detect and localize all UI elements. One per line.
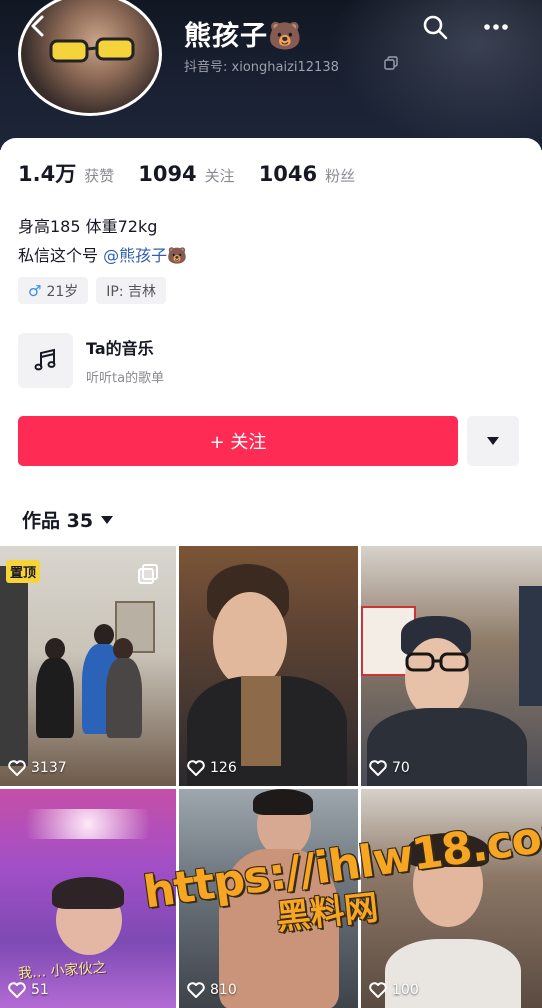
back-arrow-icon[interactable] bbox=[24, 12, 52, 40]
hair-graphic bbox=[52, 877, 124, 909]
heart-icon bbox=[369, 760, 387, 776]
bio-line-1: 身高185 体重72kg bbox=[18, 217, 158, 236]
stat-following-value: 1094 bbox=[138, 162, 197, 186]
tab-works[interactable]: 作品 35 bbox=[22, 506, 114, 533]
copy-icon[interactable] bbox=[384, 56, 398, 70]
music-note-icon bbox=[34, 348, 55, 371]
profile-bio: 身高185 体重72kg 私信这个号 @熊孩子🐻 bbox=[18, 212, 187, 270]
profile-stats: 1.4万 获赞 1094 关注 1046 粉丝 bbox=[18, 158, 379, 188]
pinned-badge: 置顶 bbox=[6, 560, 41, 583]
scarf-graphic bbox=[241, 676, 281, 766]
more-options-icon[interactable] bbox=[481, 14, 511, 40]
profile-tags: ♂ 21岁 IP: 吉林 bbox=[18, 277, 174, 304]
profile-nickname: 熊孩子🐻 bbox=[184, 21, 303, 52]
music-text: Ta的音乐 听听ta的歌单 bbox=[86, 335, 164, 386]
stat-followers-value: 1046 bbox=[258, 162, 318, 186]
video-like-count: 70 bbox=[369, 760, 410, 776]
sparkle-graphic bbox=[0, 809, 176, 839]
video-like-count: 100 bbox=[369, 982, 419, 998]
video-like-count: 810 bbox=[187, 982, 237, 998]
heart-icon bbox=[369, 982, 387, 998]
heart-icon bbox=[187, 982, 205, 998]
heart-icon bbox=[8, 982, 26, 998]
caret-down-icon bbox=[487, 437, 499, 445]
tab-works-label: 作品 35 bbox=[22, 510, 94, 532]
ip-location-label: IP: 吉林 bbox=[106, 283, 157, 300]
person-body-graphic bbox=[106, 658, 142, 738]
face-graphic bbox=[405, 638, 469, 718]
bio-mention-link[interactable]: @熊孩子🐻 bbox=[103, 246, 187, 265]
face-graphic bbox=[213, 592, 287, 688]
male-gender-icon: ♂ bbox=[28, 281, 42, 300]
glasses-graphic bbox=[405, 652, 469, 672]
multi-image-icon bbox=[138, 564, 158, 584]
bio-line-2-text: 私信这个号 bbox=[18, 246, 99, 265]
search-icon[interactable] bbox=[420, 12, 450, 42]
stat-followers-label: 粉丝 bbox=[325, 167, 356, 185]
hair-graphic bbox=[253, 789, 313, 815]
stat-likes-value: 1.4万 bbox=[18, 162, 77, 186]
sunglasses-graphic bbox=[49, 37, 135, 63]
video-tile-2[interactable]: 126 bbox=[179, 546, 358, 786]
video-like-count: 3137 bbox=[8, 760, 67, 776]
recommend-dropdown-button[interactable] bbox=[467, 416, 519, 466]
heart-icon bbox=[187, 760, 205, 776]
person-head-graphic bbox=[113, 638, 133, 660]
video-like-count-value: 810 bbox=[210, 982, 237, 998]
age-tag: ♂ 21岁 bbox=[18, 277, 89, 304]
video-tile-1[interactable]: 置顶 3137 bbox=[0, 546, 176, 786]
tv-graphic bbox=[519, 586, 542, 706]
bio-line-2: 私信这个号 @熊孩子🐻 bbox=[18, 241, 187, 270]
profile-card: 1.4万 获赞 1094 关注 1046 粉丝 身高185 体重72kg 私信这… bbox=[0, 138, 542, 550]
stat-following-label: 关注 bbox=[204, 167, 235, 185]
video-like-count-value: 70 bbox=[392, 760, 410, 776]
ip-location-tag: IP: 吉林 bbox=[96, 277, 167, 304]
music-thumbnail bbox=[18, 332, 73, 388]
douyin-id: 抖音号: xionghaizi12138 bbox=[184, 60, 339, 75]
music-title: Ta的音乐 bbox=[86, 338, 154, 358]
video-like-count-value: 3137 bbox=[31, 760, 67, 776]
video-tile-3[interactable]: 70 bbox=[361, 546, 542, 786]
stat-likes: 1.4万 获赞 bbox=[18, 158, 114, 188]
age-tag-label: 21岁 bbox=[46, 283, 79, 300]
follow-button[interactable]: + 关注 bbox=[18, 416, 458, 466]
person-head-graphic bbox=[94, 624, 114, 646]
profile-header: 熊孩子🐻 抖音号: xionghaizi12138 bbox=[0, 0, 542, 150]
video-like-count: 51 bbox=[8, 982, 49, 998]
video-like-count-value: 51 bbox=[31, 982, 49, 998]
heart-icon bbox=[8, 760, 26, 776]
doorway-graphic bbox=[0, 566, 28, 766]
video-like-count: 126 bbox=[187, 760, 237, 776]
video-like-count-value: 100 bbox=[392, 982, 419, 998]
stat-followers[interactable]: 1046 粉丝 bbox=[259, 162, 355, 186]
video-like-count-value: 126 bbox=[210, 760, 237, 776]
person-head-graphic bbox=[45, 638, 65, 660]
stat-following[interactable]: 1094 关注 bbox=[138, 162, 234, 186]
stat-likes-label: 获赞 bbox=[84, 167, 115, 185]
caret-down-icon bbox=[101, 515, 114, 524]
watermark: https://ihlw18.com 黑料网 bbox=[140, 806, 542, 938]
music-entry[interactable]: Ta的音乐 听听ta的歌单 bbox=[18, 332, 518, 388]
person-body-graphic bbox=[36, 658, 74, 738]
music-subtitle: 听听ta的歌单 bbox=[86, 370, 165, 386]
